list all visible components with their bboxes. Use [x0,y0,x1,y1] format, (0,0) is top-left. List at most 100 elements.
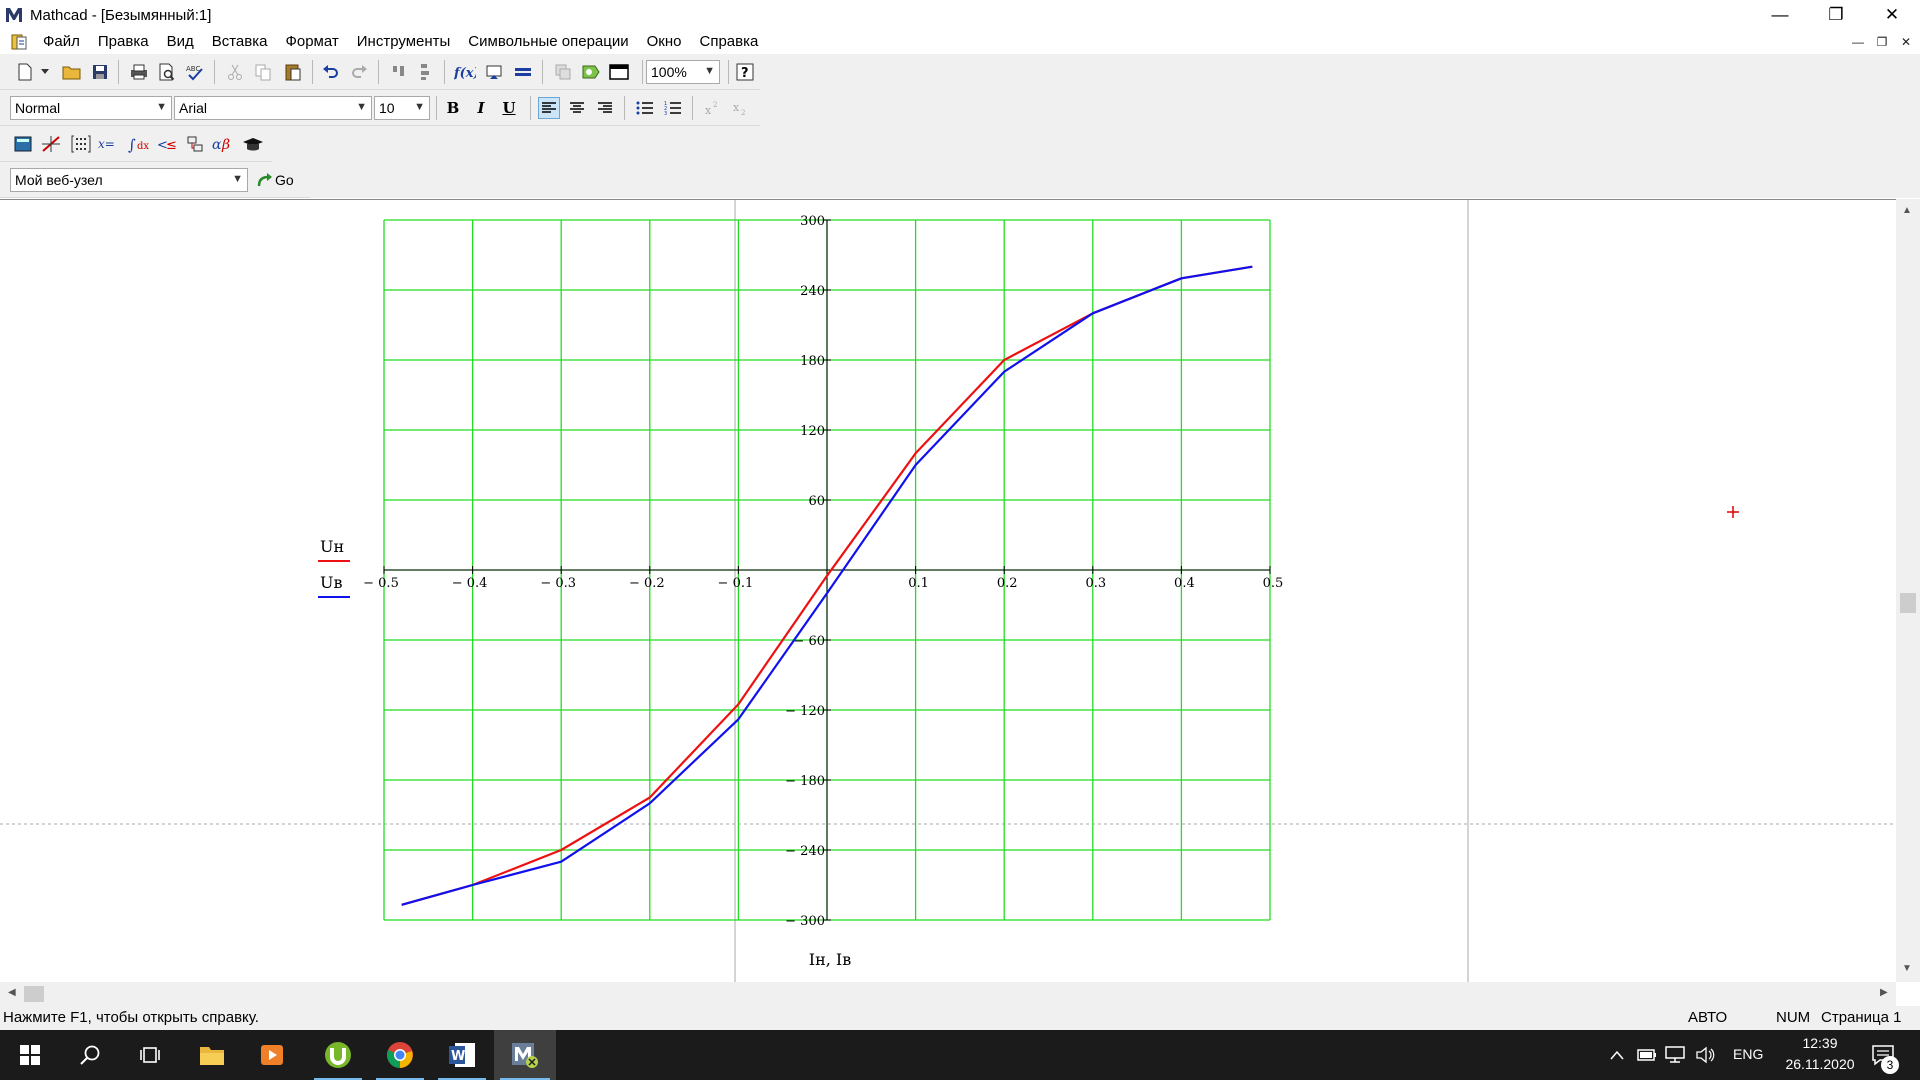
menu-view[interactable]: Вид [158,33,203,50]
battery-icon[interactable] [1636,1044,1658,1066]
italic-button[interactable]: I [470,97,492,119]
style-select[interactable]: Normal ▼ [10,96,172,120]
calculus-icon[interactable]: ∫ dx [128,133,150,155]
evaluation-icon[interactable]: x= [98,133,120,155]
x-axis-label: Iн, Iв [809,950,851,969]
doc-close-button[interactable]: ✕ [1894,30,1918,53]
word-icon[interactable]: W [432,1030,492,1080]
open-folder-icon[interactable] [61,61,83,83]
scroll-right-icon[interactable]: ▶ [1880,987,1888,998]
menu-help[interactable]: Справка [690,33,767,50]
underline-button[interactable]: U [498,97,520,119]
document-icon[interactable] [10,33,28,51]
x-tick-label: 0.3 [1085,576,1106,591]
vertical-scrollbar[interactable]: ▲ ▼ [1896,199,1920,982]
horizontal-scroll-thumb[interactable] [24,986,44,1002]
graph-toolbar-icon[interactable] [40,133,62,155]
resource-center-icon[interactable] [580,61,602,83]
font-select[interactable]: Arial ▼ [174,96,372,120]
xy-plot[interactable]: − 0.5 − 0.4 − 0.3 − 0.2 − 0.1 0.1 0.2 0.3 0.4 0.5… [0,200,1896,983]
align-top-icon[interactable] [388,61,410,83]
spell-check-icon[interactable]: ABC [184,61,206,83]
insert-function-icon[interactable]: f(x) [454,61,476,83]
greek-icon[interactable]: αβ [212,133,234,155]
clock-time[interactable]: 12:39 [1780,1035,1860,1051]
close-button[interactable]: ✕ [1864,0,1920,30]
web-toolbar: Мой веб-узел ▼ Go [0,162,310,198]
horizontal-scrollbar[interactable]: ◀ ▶ [0,982,1896,1006]
menu-edit[interactable]: Правка [89,33,158,50]
calculate-icon[interactable] [512,61,534,83]
align-right-icon[interactable] [594,97,616,119]
svg-text:3: 3 [664,111,667,116]
menu-window[interactable]: Окно [638,33,691,50]
matrix-icon[interactable] [70,133,92,155]
doc-minimize-button[interactable]: — [1846,30,1870,53]
menu-bar: Файл Правка Вид Вставка Формат Инструмен… [0,30,1920,53]
new-document-icon[interactable] [14,61,36,83]
scroll-up-icon[interactable]: ▲ [1902,205,1912,216]
window-icon[interactable] [608,61,630,83]
bold-button[interactable]: B [442,97,464,119]
calculator-icon[interactable] [12,133,34,155]
media-player-icon[interactable] [242,1030,302,1080]
restore-button[interactable]: ❐ [1808,0,1864,30]
svg-text:f(x): f(x) [454,66,476,80]
doc-restore-button[interactable]: ❐ [1870,30,1894,53]
input-language[interactable]: ENG [1733,1046,1763,1062]
web-location-value: Мой веб-узел [15,172,103,188]
minimize-button[interactable]: — [1752,0,1808,30]
chrome-icon[interactable] [370,1030,430,1080]
network-icon[interactable] [1664,1044,1686,1066]
y-tick-label: 300 [800,214,825,229]
numbered-list-icon[interactable]: 123 [662,97,684,119]
zoom-select[interactable]: 100% ▼ [646,60,720,84]
redo-icon [348,61,370,83]
align-center-icon[interactable] [566,97,588,119]
menu-tools[interactable]: Инструменты [348,33,460,50]
undo-icon[interactable] [320,61,342,83]
menu-insert[interactable]: Вставка [203,33,277,50]
insert-unit-icon[interactable] [484,61,506,83]
web-location-select[interactable]: Мой веб-узел ▼ [10,168,248,192]
symbolic-keyword-icon[interactable] [242,133,264,155]
scroll-left-icon[interactable]: ◀ [8,987,16,998]
menu-symbolics[interactable]: Символьные операции [459,33,637,50]
mathcad-logo-icon [3,4,25,26]
align-left-icon[interactable] [538,97,560,119]
print-icon[interactable] [128,61,150,83]
new-dropdown-icon[interactable] [38,61,52,83]
utorrent-icon[interactable] [308,1030,368,1080]
start-windows-icon[interactable] [0,1030,60,1080]
taskbar: W ENG 12:39 26.11.2020 3 [0,1030,1920,1080]
print-preview-icon[interactable] [156,61,178,83]
worksheet[interactable]: − 0.5 − 0.4 − 0.3 − 0.2 − 0.1 0.1 0.2 0.3 0.4 0.5… [0,199,1896,983]
y-tick-label: 60 [808,494,825,509]
scroll-down-icon[interactable]: ▼ [1902,963,1912,974]
svg-text:∫: ∫ [128,136,136,153]
chevron-down-icon: ▼ [232,173,243,185]
volume-icon[interactable] [1694,1044,1716,1066]
search-icon[interactable] [60,1030,120,1080]
menu-format[interactable]: Формат [276,33,347,50]
title-bar: Mathcad - [Безымянный:1] — ❐ ✕ [0,0,1920,30]
programming-icon[interactable] [184,133,206,155]
font-size-select[interactable]: 10 ▼ [374,96,430,120]
save-disk-icon[interactable] [89,61,111,83]
boolean-icon[interactable]: < ≤ [156,133,178,155]
task-view-icon[interactable] [120,1030,180,1080]
bullet-list-icon[interactable] [634,97,656,119]
x-tick-label: 0.1 [908,576,929,591]
paste-icon[interactable] [282,61,304,83]
align-down-icon[interactable] [414,61,436,83]
mathcad-taskbar-icon[interactable] [494,1030,556,1080]
clock-date[interactable]: 26.11.2020 [1780,1056,1860,1072]
file-explorer-icon[interactable] [182,1030,242,1080]
go-button[interactable]: Go [256,169,294,191]
x-tick-label: − 0.1 [718,576,754,591]
menu-file[interactable]: Файл [34,33,89,50]
vertical-scroll-thumb[interactable] [1900,593,1916,613]
help-icon[interactable]: ? [734,61,756,83]
tray-chevron-up-icon[interactable] [1606,1044,1628,1066]
x-tick-label: − 0.4 [452,576,488,591]
